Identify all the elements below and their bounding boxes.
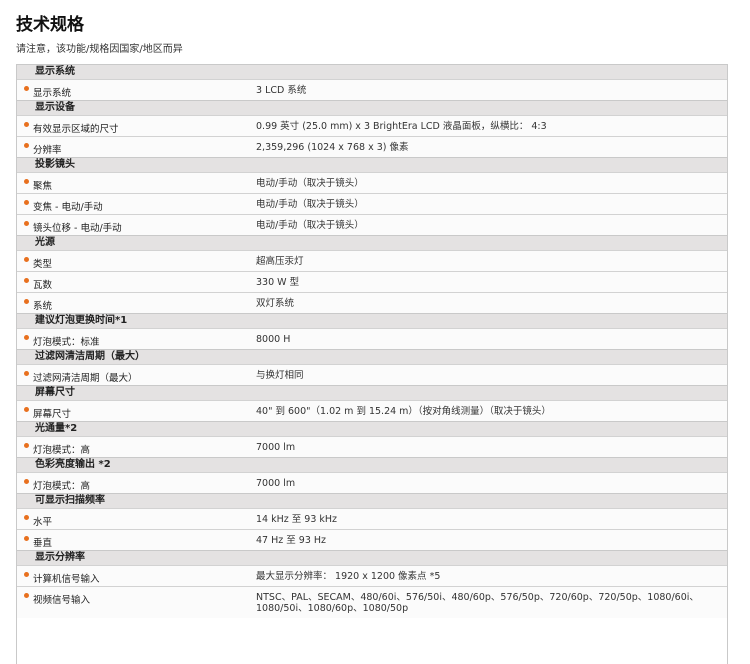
spec-row: 镜头位移 - 电动/手动 电动/手动（取决于镜头） (17, 214, 727, 235)
spec-value: 14 kHz 至 93 kHz (256, 514, 338, 525)
spec-value: 2,359,296 (1024 x 768 x 3) 像素 (256, 142, 409, 153)
spec-value: 47 Hz 至 93 Hz (256, 535, 327, 546)
spec-label: 变焦 - 电动/手动 (33, 202, 103, 213)
bullet-icon (24, 443, 29, 448)
bullet-icon (24, 536, 29, 541)
bullet-icon (24, 515, 29, 520)
spec-value: 3 LCD 系统 (256, 85, 307, 96)
spec-value: 40" 到 600"（1.02 m 到 15.24 m）（按对角线测量）（取决于… (256, 406, 551, 417)
region-note: 请注意，该功能/规格因国家/地区而异 (16, 44, 183, 55)
spec-value: NTSC、PAL、SECAM、480/60i、576/50i、480/60p、5… (256, 592, 699, 614)
spec-value: 最大显示分辨率： 1920 x 1200 像素点 *5 (256, 571, 441, 582)
spec-row: 灯泡模式：高 7000 lm (17, 472, 727, 493)
spec-label: 类型 (33, 259, 53, 270)
section-heading: 投影镜头 (17, 157, 727, 172)
section-heading: 光源 (17, 235, 727, 250)
bullet-icon (24, 479, 29, 484)
spec-section: 显示设备有效显示区域的尺寸 0.99 英寸 (25.0 mm) x 3 Brigh… (17, 100, 727, 157)
spec-value: 与换灯相同 (256, 370, 304, 381)
spec-row: 视频信号输入 NTSC、PAL、SECAM、480/60i、576/50i、480… (17, 586, 727, 618)
spec-value: 超高压汞灯 (256, 256, 304, 267)
spec-value: 电动/手动（取决于镜头） (256, 199, 364, 210)
spec-value: 双灯系统 (256, 298, 295, 309)
spec-row: 类型 超高压汞灯 (17, 250, 727, 271)
spec-row: 有效显示区域的尺寸 0.99 英寸 (25.0 mm) x 3 BrightEra… (17, 115, 727, 136)
bullet-icon (24, 299, 29, 304)
bullet-icon (24, 335, 29, 340)
spec-section: 投影镜头 聚焦 电动/手动（取决于镜头） 变焦 - 电动/手动 电动/手动（取决于镜头）… (17, 157, 727, 235)
spec-section: 可显示扫描频率水平 14 kHz 至 93 kHz 垂直 47 Hz 至 93 Hz (17, 493, 727, 550)
section-heading: 屏幕尺寸 (17, 385, 727, 400)
spec-row: 瓦数 330 W 型 (17, 271, 727, 292)
bullet-icon (24, 572, 29, 577)
spec-row: 计算机信号输入 最大显示分辨率： 1920 x 1200 像素点 *5 (17, 565, 727, 586)
spec-label: 灯泡模式：标准 (33, 337, 100, 348)
bullet-icon (24, 200, 29, 205)
spec-label: 灯泡模式：高 (33, 445, 91, 456)
spec-label: 有效显示区域的尺寸 (33, 124, 119, 135)
spec-value: 0.99 英寸 (25.0 mm) x 3 BrightEra LCD 液晶面板… (256, 121, 547, 132)
spec-section: 光通量*2 灯泡模式：高 7000 lm (17, 421, 727, 457)
spec-value: 330 W 型 (256, 277, 300, 288)
spec-label: 过滤网清洁周期（最大） (33, 373, 138, 384)
spec-section: 屏幕尺寸 屏幕尺寸 40" 到 600"（1.02 m 到 15.24 m）（按对角… (17, 385, 727, 421)
spec-label: 聚焦 (33, 181, 53, 192)
spec-section: 过滤网清洁周期（最大） 过滤网清洁周期（最大） 与换灯相同 (17, 349, 727, 385)
section-heading: 建议灯泡更换时间*1 (17, 313, 727, 328)
spec-label: 垂直 (33, 538, 53, 549)
section-heading: 色彩亮度输出 *2 (17, 457, 727, 472)
spec-table: 显示系统 显示系统 3 LCD 系统 显示设备 有效显示区域的尺寸 0.99 英寸 (25… (16, 64, 728, 664)
spec-label: 显示系统 (33, 88, 72, 99)
spec-page: 技术规格 请注意，该功能/规格因国家/地区而异 显示系统 显示系统 3 LCD 系统… (0, 0, 750, 664)
bullet-icon (24, 593, 29, 598)
bullet-icon (24, 278, 29, 283)
spec-label: 屏幕尺寸 (33, 409, 72, 420)
spec-label: 视频信号输入 (33, 595, 91, 606)
spec-row: 变焦 - 电动/手动 电动/手动（取决于镜头） (17, 193, 727, 214)
bullet-icon (24, 371, 29, 376)
spec-section: 光源类型 超高压汞灯瓦数 330 W 型系统 双灯系统 (17, 235, 727, 313)
spec-value: 电动/手动（取决于镜头） (256, 178, 364, 189)
spec-row: 灯泡模式：标准 8000 H (17, 328, 727, 349)
spec-row: 分辨率 2,359,296 (1024 x 768 x 3) 像素 (17, 136, 727, 157)
section-heading: 光通量*2 (17, 421, 727, 436)
spec-label: 瓦数 (33, 280, 53, 291)
bullet-icon (24, 257, 29, 262)
spec-label: 灯泡模式：高 (33, 481, 91, 492)
spec-row: 屏幕尺寸 40" 到 600"（1.02 m 到 15.24 m）（按对角线测量）… (17, 400, 727, 421)
spec-row: 聚焦 电动/手动（取决于镜头） (17, 172, 727, 193)
spec-label: 系统 (33, 301, 53, 312)
spec-section: 色彩亮度输出 *2 灯泡模式：高 7000 lm (17, 457, 727, 493)
section-heading: 显示分辨率 (17, 550, 727, 565)
bullet-icon (24, 122, 29, 127)
bullet-icon (24, 221, 29, 226)
spec-label: 水平 (33, 517, 53, 528)
bullet-icon (24, 86, 29, 91)
spec-row: 显示系统 3 LCD 系统 (17, 79, 727, 100)
spec-label: 计算机信号输入 (33, 574, 100, 585)
spec-section: 显示系统 显示系统 3 LCD 系统 (17, 65, 727, 100)
bullet-icon (24, 407, 29, 412)
spec-value: 电动/手动（取决于镜头） (256, 220, 364, 231)
spec-value: 8000 H (256, 334, 291, 345)
section-heading: 显示系统 (17, 65, 727, 79)
spec-section: 显示分辨率计算机信号输入 最大显示分辨率： 1920 x 1200 像素点 *5 视… (17, 550, 727, 618)
spec-row: 过滤网清洁周期（最大） 与换灯相同 (17, 364, 727, 385)
spec-row: 水平 14 kHz 至 93 kHz (17, 508, 727, 529)
spec-label: 分辨率 (33, 145, 62, 156)
spec-value: 7000 lm (256, 442, 296, 453)
spec-row: 灯泡模式：高 7000 lm (17, 436, 727, 457)
bullet-icon (24, 143, 29, 148)
spec-row: 垂直 47 Hz 至 93 Hz (17, 529, 727, 550)
section-heading: 可显示扫描频率 (17, 493, 727, 508)
bullet-icon (24, 179, 29, 184)
page-title: 技术规格 (16, 15, 84, 35)
spec-row: 系统 双灯系统 (17, 292, 727, 313)
spec-section: 建议灯泡更换时间*1 灯泡模式：标准 8000 H (17, 313, 727, 349)
spec-label: 镜头位移 - 电动/手动 (33, 223, 122, 234)
spec-value: 7000 lm (256, 478, 296, 489)
section-heading: 过滤网清洁周期（最大） (17, 349, 727, 364)
section-heading: 显示设备 (17, 100, 727, 115)
